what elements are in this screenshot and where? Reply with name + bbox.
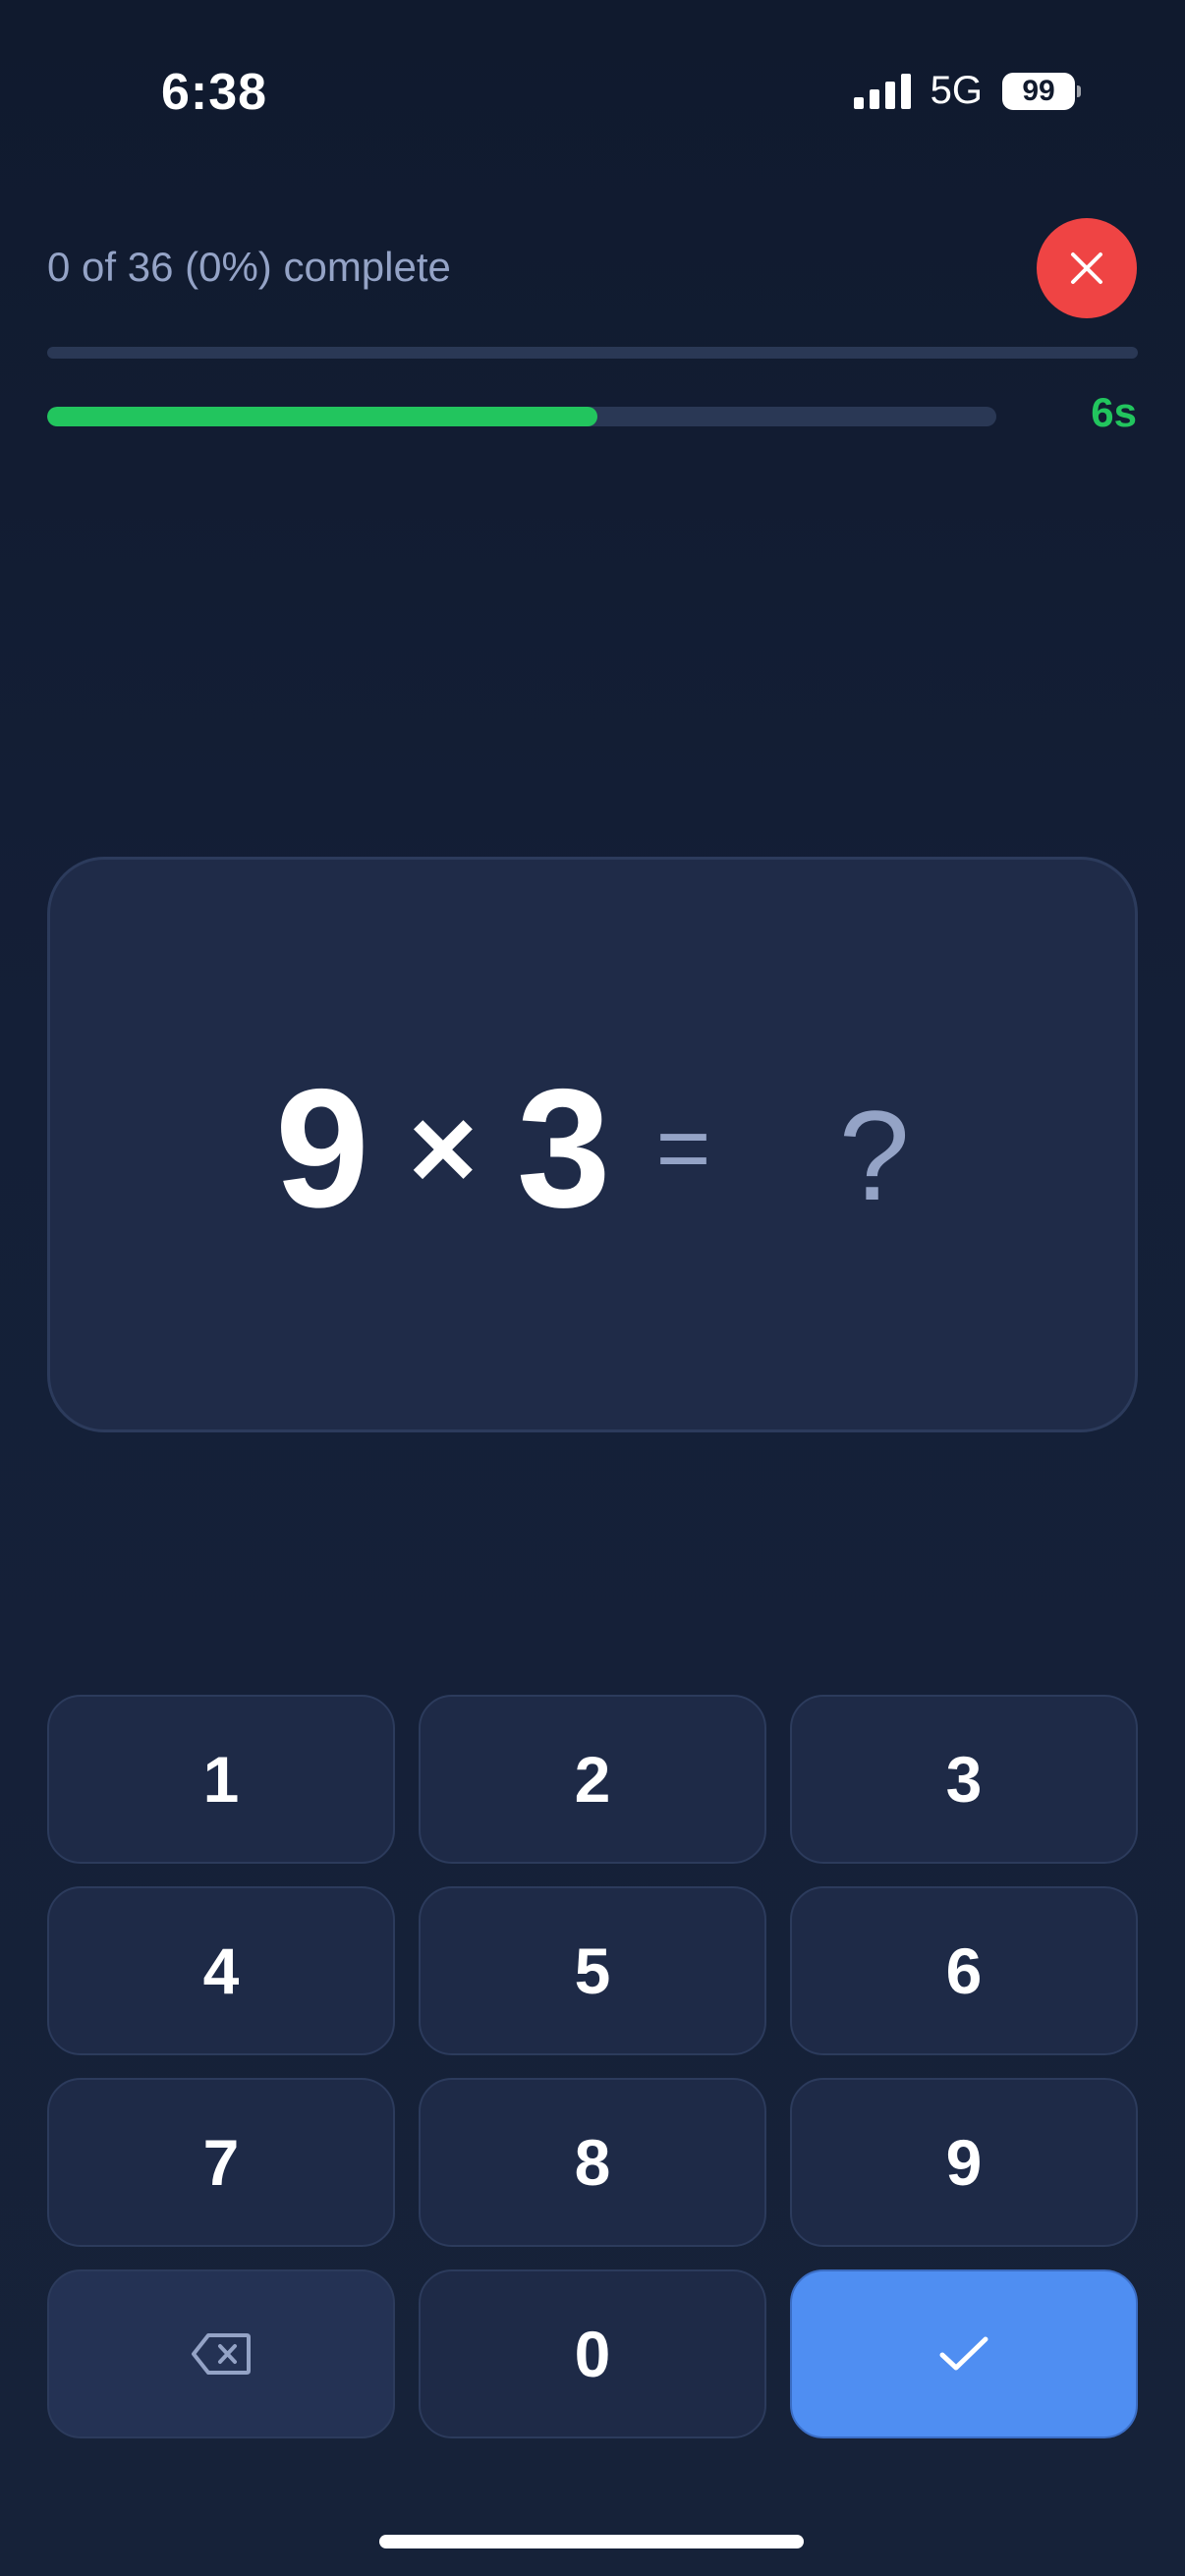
timer-bar [47, 407, 996, 426]
backspace-icon [192, 2333, 251, 2375]
home-indicator[interactable] [379, 2535, 804, 2548]
check-icon [939, 2336, 988, 2371]
key-6[interactable]: 6 [790, 1886, 1138, 2055]
key-5[interactable]: 5 [419, 1886, 766, 2055]
timer-label: 6s [1091, 389, 1137, 435]
number-keypad: 1 2 3 4 5 6 7 8 9 0 [47, 1695, 1138, 2438]
battery-icon: 99 [1002, 72, 1081, 110]
key-2[interactable]: 2 [419, 1695, 766, 1864]
key-3[interactable]: 3 [790, 1695, 1138, 1864]
submit-button[interactable] [790, 2269, 1138, 2438]
battery-level: 99 [1002, 72, 1075, 110]
network-label: 5G [930, 69, 983, 112]
key-9[interactable]: 9 [790, 2078, 1138, 2247]
status-indicators: 5G 99 [853, 69, 1081, 113]
close-button[interactable] [1037, 218, 1137, 318]
question-card: 9 × 3 = ? [47, 857, 1138, 1432]
equals-sign: = [655, 1095, 711, 1201]
status-time: 6:38 [161, 64, 268, 121]
answer-display: ? [838, 1084, 910, 1227]
equation: 9 × 3 = ? [275, 1064, 910, 1233]
progress-text: 0 of 36 (0%) complete [47, 244, 451, 290]
signal-icon [853, 73, 911, 109]
key-7[interactable]: 7 [47, 2078, 395, 2247]
operand-a: 9 [275, 1054, 369, 1243]
backspace-button[interactable] [47, 2269, 395, 2438]
key-0[interactable]: 0 [419, 2269, 766, 2438]
key-4[interactable]: 4 [47, 1886, 395, 2055]
quiz-progress-bar [47, 347, 1138, 359]
key-1[interactable]: 1 [47, 1695, 395, 1864]
key-8[interactable]: 8 [419, 2078, 766, 2247]
operand-b: 3 [516, 1054, 611, 1243]
timer-bar-fill [47, 407, 598, 426]
multiply-operator: × [408, 1083, 478, 1214]
close-icon [1071, 252, 1102, 284]
